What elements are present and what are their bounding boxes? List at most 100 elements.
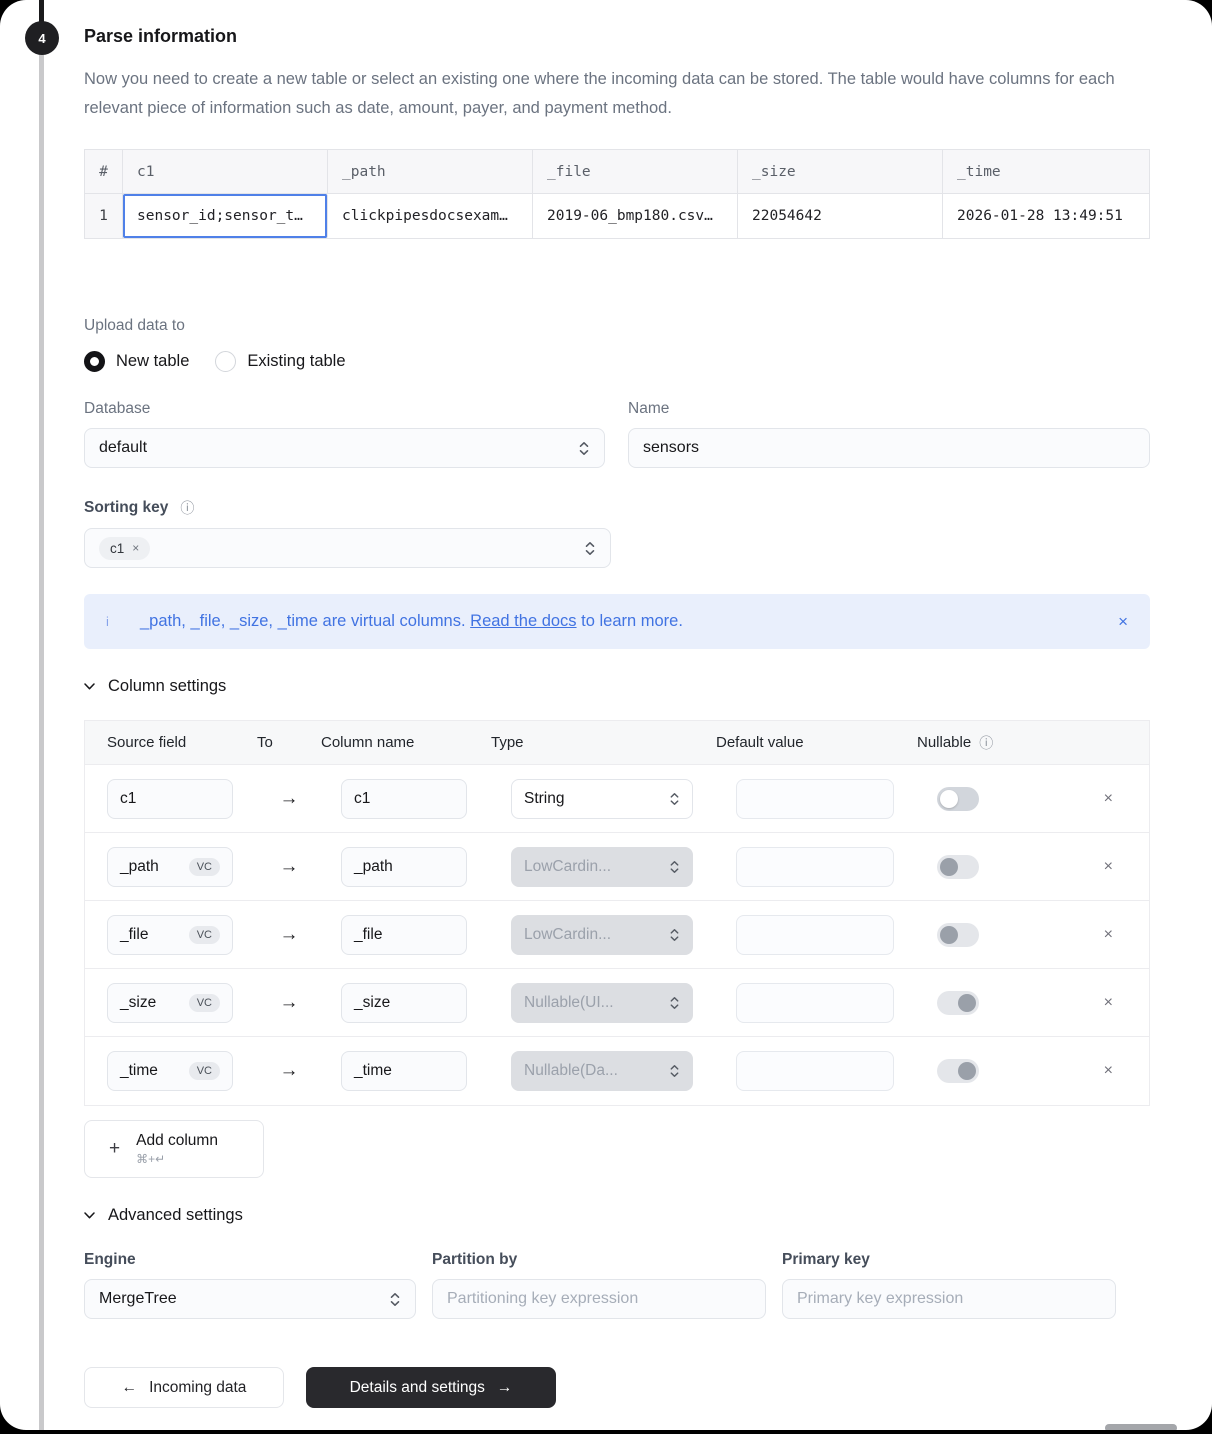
sorting-key-select[interactable]: c1 × [84,528,611,568]
remove-column-button[interactable]: × [1104,926,1113,944]
info-icon: ⓘ [180,498,194,518]
type-select[interactable]: Nullable(Da... [511,1051,693,1091]
vc-badge: VC [189,1062,220,1080]
sorting-key-chip[interactable]: c1 × [99,537,150,560]
column-settings-row: c1 → c1 String × [85,765,1149,833]
nullable-toggle[interactable] [937,855,979,879]
source-field-input[interactable]: _sizeVC [107,983,233,1023]
column-settings-toggle[interactable]: Column settings [84,677,1150,696]
type-select[interactable]: Nullable(UI... [511,983,693,1023]
default-value-input[interactable] [736,1051,894,1091]
read-the-docs-link[interactable]: Read the docs [470,612,576,630]
primary-key-wrapper [782,1279,1116,1319]
updown-chevron-icon [584,541,596,556]
source-field-input[interactable]: c1 [107,779,233,819]
column-name-input[interactable]: _path [341,847,467,887]
type-select[interactable]: String [511,779,693,819]
banner-close-icon[interactable]: × [1118,612,1128,632]
column-settings-row: _timeVC → _time Nullable(Da... × [85,1037,1149,1105]
updown-chevron-icon [669,1064,680,1078]
preview-header-file: _file [533,150,738,194]
default-value-input[interactable] [736,983,894,1023]
remove-column-button[interactable]: × [1104,994,1113,1012]
column-settings-row: _fileVC → _file LowCardin... × [85,901,1149,969]
nullable-toggle[interactable] [937,991,979,1015]
preview-cell-file[interactable]: 2019-06_bmp180.csv… [533,194,738,238]
add-column-button[interactable]: + Add column ⌘+↵ [84,1120,264,1178]
name-label: Name [628,400,1150,418]
nullable-toggle[interactable] [937,923,979,947]
advanced-settings-title: Advanced settings [108,1206,243,1225]
updown-chevron-icon [669,928,680,942]
column-name-input[interactable]: _time [341,1051,467,1091]
preview-header-path: _path [328,150,533,194]
primary-key-input[interactable] [797,1280,1101,1318]
toggle-knob [940,790,958,808]
engine-select-value: MergeTree [99,1290,177,1308]
preview-cell-c1[interactable]: sensor_id;sensor_t… [123,194,328,238]
default-value-input[interactable] [736,915,894,955]
partition-by-wrapper [432,1279,766,1319]
column-name-input[interactable]: c1 [341,779,467,819]
remove-column-button[interactable]: × [1104,858,1113,876]
chip-close-icon[interactable]: × [132,541,139,555]
radio-existing-table-label: Existing table [247,352,345,371]
details-and-settings-button[interactable]: Details and settings → [306,1367,556,1408]
sorting-key-label: Sorting key [84,499,168,517]
nullable-toggle[interactable] [937,1059,979,1083]
preview-row-number: 1 [85,194,123,238]
updown-chevron-icon [669,860,680,874]
engine-select[interactable]: MergeTree [84,1279,416,1319]
name-input[interactable] [643,429,1135,467]
column-settings-header: Source field To Column name Type Default… [85,721,1149,765]
radio-new-table[interactable]: New table [84,351,189,372]
step-number-badge: 4 [25,21,59,55]
incoming-data-label: Incoming data [149,1379,246,1397]
column-settings-title: Column settings [108,677,226,696]
updown-chevron-icon [669,996,680,1010]
sorting-key-chip-label: c1 [110,541,124,556]
stepper-line [39,54,44,1430]
preview-cell-path[interactable]: clickpipesdocsexam… [328,194,533,238]
preview-header-time: _time [943,150,1149,194]
engine-label: Engine [84,1251,416,1269]
header-to: To [257,734,321,751]
type-select[interactable]: LowCardin... [511,847,693,887]
details-and-settings-label: Details and settings [350,1379,485,1397]
database-select[interactable]: default [84,428,605,468]
database-select-value: default [99,439,147,457]
radio-selected-icon[interactable] [84,351,105,372]
source-field-input[interactable]: _fileVC [107,915,233,955]
toggle-knob [958,994,976,1012]
vc-badge: VC [189,994,220,1012]
chevron-down-icon [84,683,95,690]
incoming-data-button[interactable]: ← Incoming data [84,1367,284,1408]
remove-column-button[interactable]: × [1104,1062,1113,1080]
type-select[interactable]: LowCardin... [511,915,693,955]
vc-badge: VC [189,926,220,944]
radio-unselected-icon[interactable] [215,351,236,372]
nullable-toggle[interactable] [937,787,979,811]
arrow-right-icon: → [273,788,305,810]
arrow-right-icon: → [273,1060,305,1082]
column-name-input[interactable]: _file [341,915,467,955]
chevron-down-icon [84,1212,95,1219]
virtual-columns-banner: i _path, _file, _size, _time are virtual… [84,594,1150,649]
source-field-input[interactable]: _timeVC [107,1051,233,1091]
advanced-settings-toggle[interactable]: Advanced settings [84,1206,1150,1225]
partition-by-input[interactable] [447,1280,751,1318]
plus-icon: + [109,1138,120,1160]
column-settings-table: Source field To Column name Type Default… [84,720,1150,1106]
preview-cell-time[interactable]: 2026-01-28 13:49:51 [943,194,1149,238]
default-value-input[interactable] [736,779,894,819]
radio-existing-table[interactable]: Existing table [215,351,345,372]
remove-column-button[interactable]: × [1104,790,1113,808]
preview-cell-size[interactable]: 22054642 [738,194,943,238]
preview-header-c1: c1 [123,150,328,194]
default-value-input[interactable] [736,847,894,887]
source-field-input[interactable]: _pathVC [107,847,233,887]
upload-data-to-label: Upload data to [84,317,1150,335]
column-name-input[interactable]: _size [341,983,467,1023]
page-title: Parse information [84,26,1150,47]
banner-text: _path, _file, _size, _time are virtual c… [140,612,683,631]
